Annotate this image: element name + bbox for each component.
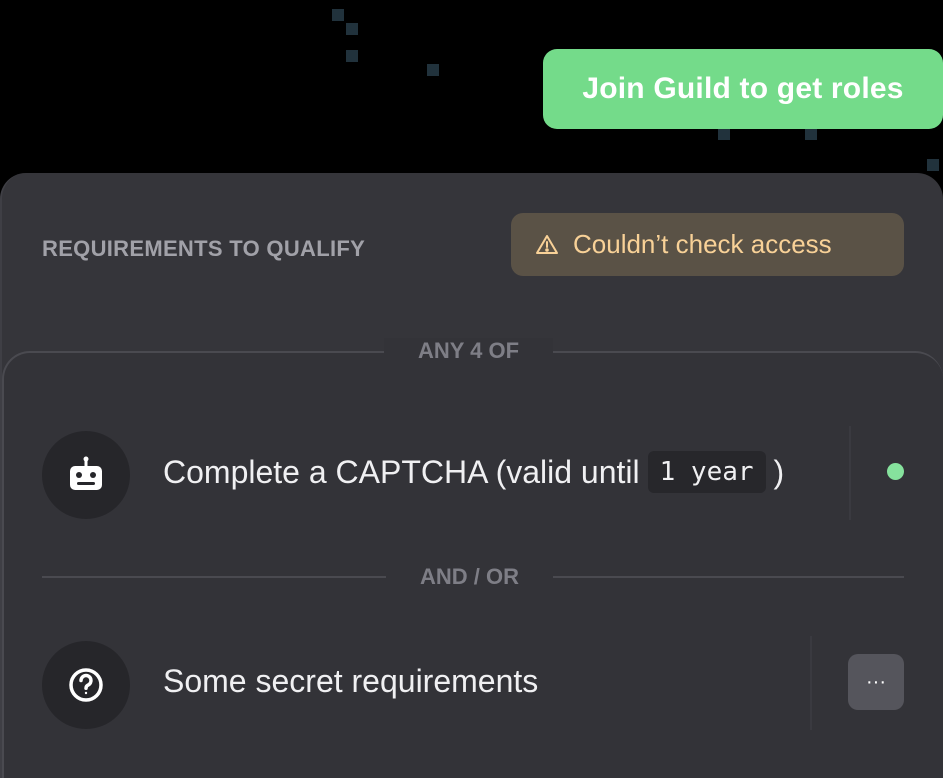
access-status-badge[interactable]: Couldn’t check access <box>511 213 904 276</box>
background-pixel <box>427 64 439 76</box>
robot-icon <box>70 456 102 490</box>
background-pixel <box>805 128 817 140</box>
background-pixel <box>718 128 730 140</box>
requirement-separator <box>810 636 812 730</box>
background-pixel <box>927 159 939 171</box>
question-circle-icon <box>69 668 103 702</box>
join-guild-button[interactable]: Join Guild to get roles <box>543 49 943 129</box>
background-pixel <box>346 23 358 35</box>
logic-label: ANY 4 OF <box>384 338 554 364</box>
requirement-captcha: Complete a CAPTCHA (valid until 1 year ) <box>163 451 784 493</box>
more-options-button[interactable]: ··· <box>848 654 904 710</box>
requirement-text-suffix: ) <box>773 453 785 490</box>
validity-code: 1 year <box>647 451 766 493</box>
requirement-secret: Some secret requirements <box>163 663 538 700</box>
warning-icon <box>536 234 558 254</box>
requirement-separator <box>849 426 851 520</box>
background-pixel <box>346 50 358 62</box>
access-status-text: Couldn’t check access <box>573 229 832 259</box>
requirement-text: Complete a CAPTCHA (valid until <box>163 453 640 490</box>
requirements-title: REQUIREMENTS TO QUALIFY <box>42 236 366 261</box>
background-pixel <box>332 9 344 21</box>
status-dot <box>887 463 904 480</box>
and-or-label: AND / OR <box>386 564 553 590</box>
requirement-icon-container <box>42 641 130 729</box>
requirement-icon-container <box>42 431 130 519</box>
requirement-text: Some secret requirements <box>163 663 539 699</box>
